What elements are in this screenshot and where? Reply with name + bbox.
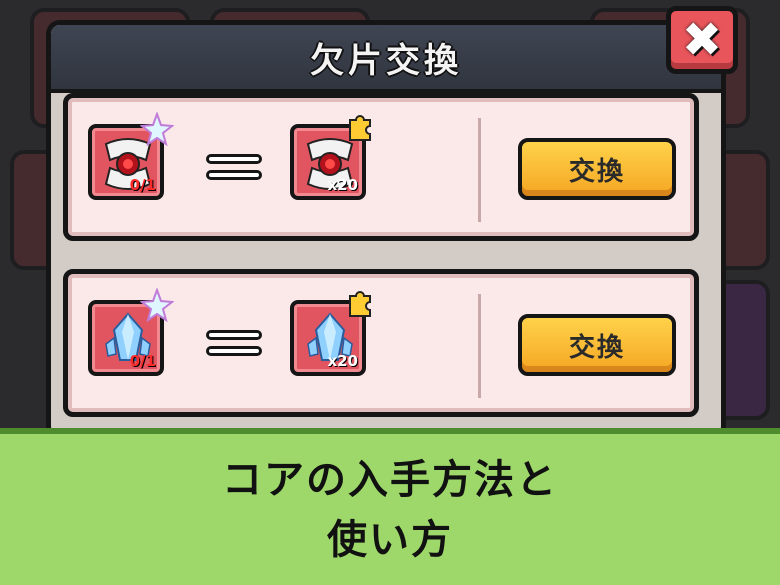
- shard-item-slot[interactable]: x20: [290, 115, 371, 200]
- puzzle-icon: [349, 291, 371, 317]
- banner-line-1: コアの入手方法と: [222, 456, 558, 503]
- star-icon: [140, 112, 174, 146]
- banner-line-2: 使い方: [327, 516, 453, 563]
- shard-item-slot[interactable]: x20: [290, 291, 371, 376]
- modal-title: 欠片交換: [310, 40, 462, 81]
- star-icon: [140, 288, 174, 322]
- equals-sign: [206, 154, 262, 184]
- row-divider: [478, 294, 481, 398]
- core-item-slot[interactable]: 0/1: [88, 112, 174, 200]
- required-quantity: x20: [327, 352, 358, 370]
- exchange-button[interactable]: 交換: [518, 314, 676, 376]
- exchange-button-label: 交換: [568, 156, 625, 187]
- exchange-row: 0/1 x20 交換: [63, 269, 699, 417]
- exchange-row: 0/1 x20 交換: [63, 93, 699, 241]
- exchange-modal: 欠片交換 0/1 x20 交換 0/1 x20 交換: [46, 20, 726, 440]
- caption-banner: コアの入手方法と 使い方: [0, 428, 780, 585]
- modal-header: 欠片交換: [51, 25, 721, 93]
- exchange-button[interactable]: 交換: [518, 138, 676, 200]
- equals-sign: [206, 330, 262, 360]
- exchange-button-label: 交換: [568, 332, 625, 363]
- close-icon: ✖: [681, 12, 723, 68]
- owned-quantity: 0/1: [129, 176, 156, 194]
- owned-quantity: 0/1: [129, 352, 156, 370]
- close-button[interactable]: ✖: [666, 6, 738, 74]
- row-divider: [478, 118, 481, 222]
- required-quantity: x20: [327, 176, 358, 194]
- puzzle-icon: [349, 115, 371, 141]
- core-item-slot[interactable]: 0/1: [88, 288, 174, 376]
